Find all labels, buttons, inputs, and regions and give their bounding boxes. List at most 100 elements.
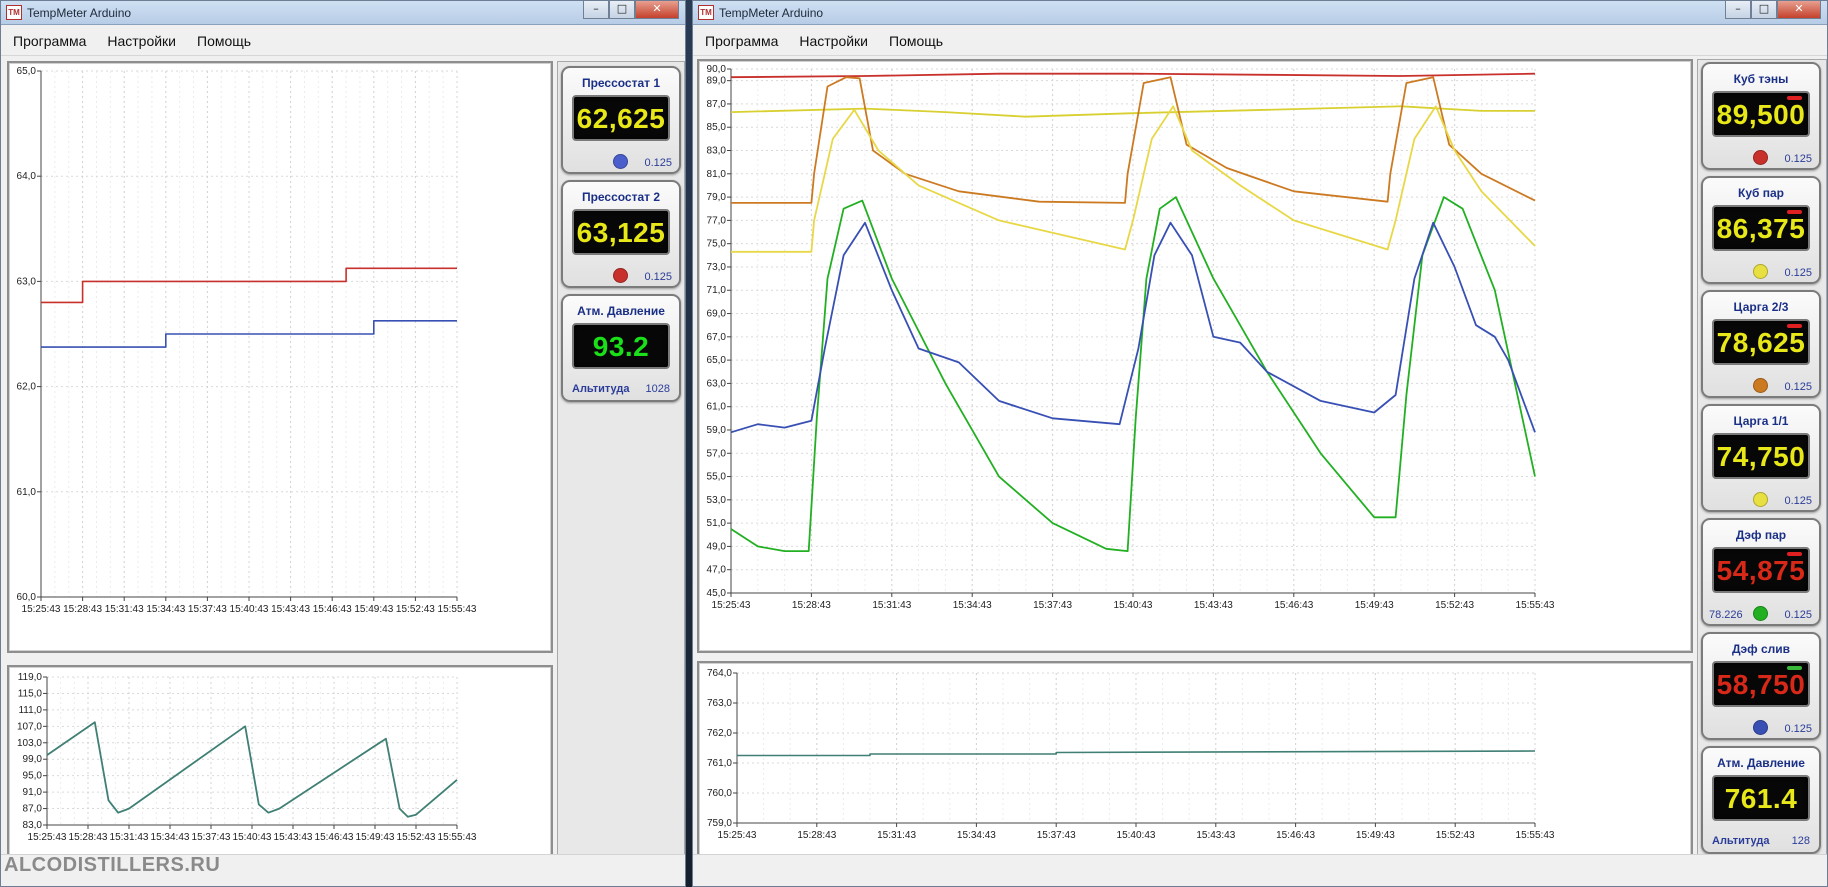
menu-help[interactable]: Помощь	[889, 30, 943, 52]
title-bar[interactable]: TM TempMeter Arduino – □ ✕	[693, 1, 1827, 25]
gauge-display: 74,750	[1712, 433, 1810, 479]
x-tick-label: 15:37:43	[1033, 600, 1072, 611]
gauge-title: Прессостат 1	[581, 76, 661, 90]
window-title: TempMeter Arduino	[27, 6, 132, 20]
y-tick-label: 87,0	[707, 99, 727, 110]
series-color-dot-icon[interactable]	[1753, 606, 1768, 621]
x-tick-label: 15:52:43	[1435, 600, 1474, 611]
minimize-icon[interactable]: –	[583, 1, 609, 19]
x-tick-label: 15:49:43	[354, 604, 393, 615]
gauge-title: Куб тэны	[1733, 72, 1789, 86]
gauge-card[interactable]: Царга 2/3 78,625 0.125	[1701, 290, 1821, 398]
y-tick-label: 51,0	[707, 518, 727, 529]
x-tick-label: 15:34:43	[953, 600, 992, 611]
y-tick-label: 47,0	[707, 565, 727, 576]
pressure-switch-chart[interactable]: 60,0 61,0 62,0 63,0 64,0 65,0 15:25:43 15:28:43…	[7, 61, 553, 653]
gauge-title: Куб пар	[1738, 186, 1784, 200]
y-tick-label: 49,0	[707, 541, 727, 552]
gauge-step: 0.125	[1784, 495, 1812, 507]
atm-pressure-chart-right-svg: 759,0 760,0 761,0 762,0 763,0 764,0 15:25:43 15…	[707, 668, 1555, 841]
gauge-step: 0.125	[1784, 723, 1812, 735]
maximize-icon[interactable]: □	[609, 1, 635, 19]
series-color-dot-icon[interactable]	[1753, 492, 1768, 507]
y-tick-label: 71,0	[707, 285, 727, 296]
x-tick-label: 15:52:43	[396, 604, 435, 615]
close-icon[interactable]: ✕	[635, 1, 679, 19]
x-tick-label: 15:55:43	[438, 832, 477, 843]
x-tick-label: 15:46:43	[1276, 830, 1315, 841]
gauge-card[interactable]: Царга 1/1 74,750 0.125	[1701, 404, 1821, 512]
y-tick-label: 107,0	[17, 721, 42, 732]
app-window-left[interactable]: TM TempMeter Arduino – □ ✕ Программа Нас…	[0, 0, 686, 887]
x-tick-label: 15:28:43	[797, 830, 836, 841]
atm-pressure-chart-right[interactable]: 759,0 760,0 761,0 762,0 763,0 764,0 15:25:43 15…	[697, 661, 1693, 857]
gauge-value: 93.2	[592, 331, 650, 362]
menu-program[interactable]: Программа	[705, 30, 778, 52]
y-tick-label: 83,0	[23, 820, 43, 831]
gauge-card[interactable]: Атм. Давление 93.2 Альтитуда 1028	[561, 294, 681, 402]
y-tick-label: 103,0	[17, 738, 42, 749]
gauge-value: 54,875	[1716, 555, 1806, 586]
y-tick-label: 115,0	[18, 688, 43, 699]
app-window-right[interactable]: TM TempMeter Arduino – □ ✕ Программа Нас…	[692, 0, 1828, 887]
y-tick-label: 761,0	[707, 758, 732, 769]
gauge-display: 761.4	[1712, 775, 1810, 821]
y-tick-label: 53,0	[707, 495, 727, 506]
alarm-indicator-icon	[1787, 666, 1802, 670]
x-tick-label: 15:40:43	[230, 604, 269, 615]
app-thermometer-icon: TM	[698, 5, 714, 20]
menu-program[interactable]: Программа	[13, 30, 86, 52]
x-tick-label: 15:55:43	[1516, 600, 1555, 611]
title-bar[interactable]: TM TempMeter Arduino – □ ✕	[1, 1, 685, 25]
close-icon[interactable]: ✕	[1777, 1, 1821, 19]
gauge-card[interactable]: Прессостат 2 63,125 0.125	[561, 180, 681, 288]
y-tick-label: 95,0	[23, 771, 43, 782]
gauge-card[interactable]: Дэф пар 54,875 0.125 78.226	[1701, 518, 1821, 626]
y-tick-label: 111,0	[18, 705, 42, 716]
altitude-value: 1028	[645, 383, 670, 395]
gauge-card[interactable]: Куб пар 86,375 0.125	[1701, 176, 1821, 284]
gauge-step: 0.125	[1784, 267, 1812, 279]
series-color-dot-icon[interactable]	[1753, 264, 1768, 279]
x-tick-label: 15:25:43	[712, 600, 751, 611]
app-thermometer-icon: TM	[6, 5, 22, 20]
x-tick-label: 15:55:43	[438, 604, 477, 615]
gauge-card[interactable]: Прессостат 1 62,625 0.125	[561, 66, 681, 174]
y-tick-label: 60,0	[17, 592, 37, 603]
y-tick-label: 67,0	[707, 332, 727, 343]
series-color-dot-icon[interactable]	[613, 154, 628, 169]
altitude-label: Альтитуда	[1712, 835, 1770, 847]
y-tick-label: 65,0	[707, 355, 727, 366]
x-tick-label: 15:25:43	[22, 604, 61, 615]
menu-help[interactable]: Помощь	[197, 30, 251, 52]
x-tick-label: 15:25:43	[718, 830, 757, 841]
series-color-dot-icon[interactable]	[1753, 720, 1768, 735]
y-tick-label: 73,0	[707, 262, 727, 273]
y-tick-label: 61,0	[17, 487, 37, 498]
series-color-dot-icon[interactable]	[1753, 150, 1768, 165]
y-tick-label: 762,0	[707, 728, 732, 739]
minimize-icon[interactable]: –	[1725, 1, 1751, 19]
gauge-card[interactable]: Дэф слив 58,750 0.125	[1701, 632, 1821, 740]
series-color-dot-icon[interactable]	[1753, 378, 1768, 393]
gauge-title: Царга 2/3	[1733, 300, 1789, 314]
temperature-chart[interactable]: 45,0 47,0 49,0 51,0 53,0 55,0 57,0 59,0 61,0 63,0…	[697, 59, 1693, 653]
x-tick-label: 15:40:43	[233, 832, 272, 843]
y-tick-label: 59,0	[707, 425, 727, 436]
series-color-dot-icon[interactable]	[613, 268, 628, 283]
menu-settings[interactable]: Настройки	[799, 30, 868, 52]
x-tick-label: 15:34:43	[957, 830, 996, 841]
gauge-sidebar-left: Прессостат 1 62,625 0.125 Прессостат 2 63,12…	[557, 61, 685, 857]
y-tick-label: 119,0	[18, 672, 43, 683]
gauge-step: 0.125	[1784, 609, 1812, 621]
y-tick-label: 763,0	[707, 698, 732, 709]
x-tick-label: 15:28:43	[792, 600, 831, 611]
y-tick-label: 63,0	[707, 378, 727, 389]
menu-settings[interactable]: Настройки	[107, 30, 176, 52]
gauge-value: 78,625	[1716, 327, 1806, 358]
gauge-card[interactable]: Атм. Давление 761.4 Альтитуда 128	[1701, 746, 1821, 854]
gauge-card[interactable]: Куб тэны 89,500 0.125	[1701, 62, 1821, 170]
maximize-icon[interactable]: □	[1751, 1, 1777, 19]
atm-pressure-chart-left[interactable]: 83,0 87,0 91,0 95,0 99,0 103,0 107,0 111,0 115,0…	[7, 665, 553, 857]
gauge-display: 78,625	[1712, 319, 1810, 365]
